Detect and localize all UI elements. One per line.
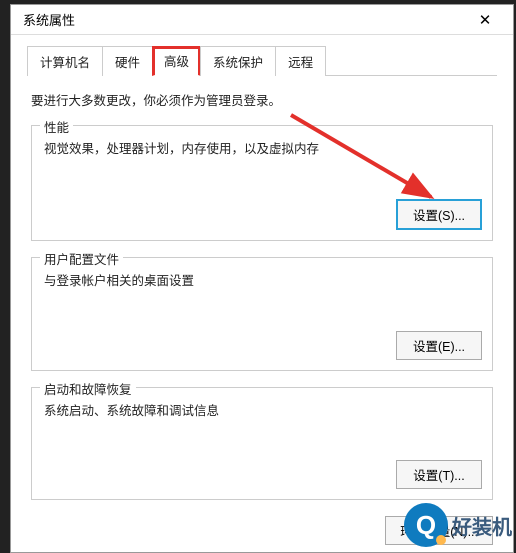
tab-remote[interactable]: 远程 (275, 46, 326, 76)
close-icon: ✕ (479, 11, 492, 29)
button-row: 设置(T)... (44, 460, 482, 489)
client-area: 计算机名 硬件 高级 系统保护 远程 要进行大多数更改，你必须作为管理员登录。 … (11, 35, 513, 553)
tab-strip: 计算机名 硬件 高级 系统保护 远程 (27, 45, 497, 76)
tab-label: 系统保护 (213, 56, 263, 70)
tab-label: 计算机名 (40, 56, 90, 70)
tab-system-protection[interactable]: 系统保护 (200, 46, 276, 76)
startup-recovery-settings-button[interactable]: 设置(T)... (396, 460, 482, 489)
startup-recovery-desc: 系统启动、系统故障和调试信息 (44, 402, 482, 421)
watermark: Q 好装机 (404, 503, 512, 547)
tab-label: 硬件 (115, 56, 140, 70)
startup-recovery-group: 启动和故障恢复 系统启动、系统故障和调试信息 设置(T)... (31, 387, 493, 501)
titlebar: 系统属性 ✕ (11, 5, 513, 35)
tab-computer-name[interactable]: 计算机名 (27, 46, 103, 76)
user-profiles-settings-button[interactable]: 设置(E)... (396, 331, 482, 360)
startup-recovery-legend: 启动和故障恢复 (40, 379, 136, 398)
tab-hardware[interactable]: 硬件 (102, 46, 153, 76)
user-profiles-group: 用户配置文件 与登录帐户相关的桌面设置 设置(E)... (31, 257, 493, 371)
tab-advanced[interactable]: 高级 (152, 46, 201, 76)
close-button[interactable]: ✕ (465, 6, 505, 34)
performance-group: 性能 视觉效果，处理器计划，内存使用，以及虚拟内存 设置(S)... (31, 125, 493, 241)
button-row: 设置(E)... (44, 331, 482, 360)
tab-label: 高级 (164, 55, 189, 69)
watermark-dot-icon (436, 535, 446, 545)
admin-info-text: 要进行大多数更改，你必须作为管理员登录。 (31, 90, 493, 109)
watermark-text: 好装机 (452, 511, 512, 540)
performance-legend: 性能 (40, 117, 73, 136)
watermark-logo-icon: Q (404, 503, 448, 547)
tab-label: 远程 (288, 56, 313, 70)
watermark-letter: Q (416, 510, 436, 541)
performance-desc: 视觉效果，处理器计划，内存使用，以及虚拟内存 (44, 140, 482, 159)
window-title: 系统属性 (23, 10, 465, 29)
performance-settings-button[interactable]: 设置(S)... (396, 199, 482, 230)
user-profiles-desc: 与登录帐户相关的桌面设置 (44, 272, 482, 291)
button-row: 设置(S)... (44, 199, 482, 230)
system-properties-window: 系统属性 ✕ 计算机名 硬件 高级 系统保护 远程 要进行大多数更改，你必须作为… (10, 4, 514, 553)
user-profiles-legend: 用户配置文件 (40, 249, 123, 268)
